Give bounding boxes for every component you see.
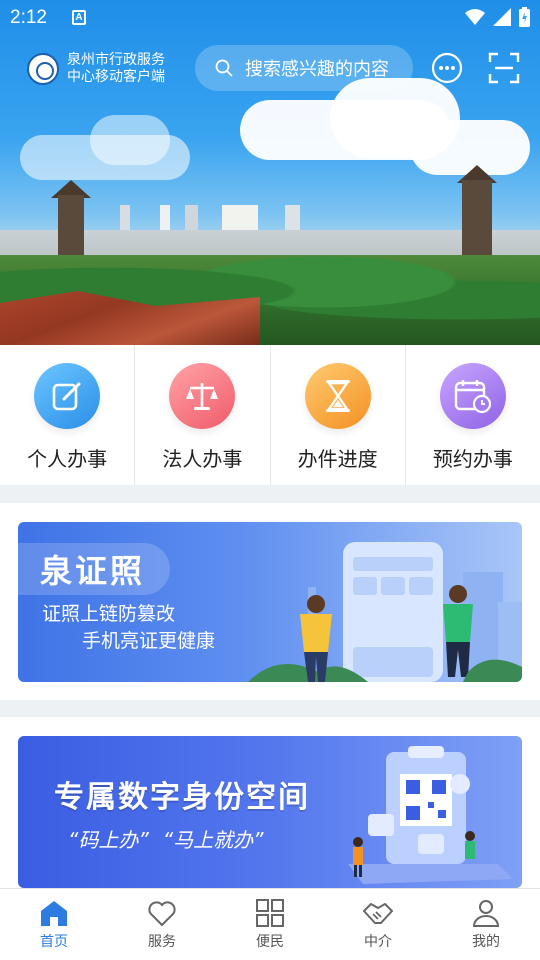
calendar-clock-icon bbox=[439, 363, 506, 429]
tab-label: 中介 bbox=[364, 934, 392, 950]
slogan-1: “码上办” bbox=[68, 828, 149, 852]
scan-icon[interactable] bbox=[487, 51, 521, 85]
notification-icon: A bbox=[72, 10, 86, 25]
user-icon bbox=[472, 900, 500, 927]
app-brand: 泉州市行政服务 中心移动客户端 bbox=[67, 52, 165, 86]
tab-services[interactable]: 服务 bbox=[108, 889, 216, 960]
search-bar[interactable]: 搜索感兴趣的内容 bbox=[195, 45, 413, 91]
banner-title: 专属数字身份空间 bbox=[54, 780, 310, 815]
grid-icon bbox=[256, 899, 284, 927]
banner-line-1: 证照上链防篡改 bbox=[42, 603, 176, 625]
quick-menu: 个人办事 法人办事 办件进度 预约办事 bbox=[0, 345, 540, 485]
quick-item-label: 法人办事 bbox=[162, 447, 243, 471]
heart-icon bbox=[148, 901, 176, 927]
cloud bbox=[90, 115, 170, 165]
app-header: 泉州市行政服务 中心移动客户端 搜索感兴趣的内容 bbox=[0, 45, 540, 93]
digital-identity-banner[interactable]: 专属数字身份空间 “码上办” “马上就办” bbox=[18, 736, 522, 888]
tab-profile[interactable]: 我的 bbox=[432, 889, 540, 960]
slogan-2: “马上就办” bbox=[162, 828, 264, 852]
quick-item-corporate[interactable]: 法人办事 bbox=[135, 345, 271, 485]
license-banner[interactable]: 泉证照 证照上链防篡改 手机亮证更健康 bbox=[18, 522, 522, 682]
edit-icon bbox=[34, 363, 101, 429]
agency-logo bbox=[27, 53, 59, 85]
wifi-icon bbox=[465, 9, 485, 25]
quick-item-progress[interactable]: 办件进度 bbox=[271, 345, 406, 485]
banner-title: 泉证照 bbox=[40, 552, 146, 590]
handshake-icon bbox=[363, 903, 393, 924]
home-icon bbox=[41, 901, 67, 926]
battery-icon bbox=[519, 7, 530, 27]
signal-icon bbox=[493, 8, 511, 26]
message-icon[interactable] bbox=[430, 51, 464, 85]
tab-label: 便民 bbox=[256, 934, 284, 950]
system-icons bbox=[465, 7, 530, 27]
status-bar: 2:12 A bbox=[0, 0, 540, 36]
tab-home[interactable]: 首页 bbox=[0, 889, 108, 960]
brand-line-1: 泉州市行政服务 bbox=[67, 52, 165, 68]
search-icon bbox=[215, 59, 233, 77]
quick-item-label: 办件进度 bbox=[297, 447, 378, 471]
tab-label: 首页 bbox=[40, 934, 68, 950]
tab-label: 我的 bbox=[472, 934, 500, 950]
phone-illustration bbox=[248, 542, 522, 682]
banner-section-1: 泉证照 证照上链防篡改 手机亮证更健康 bbox=[0, 503, 540, 700]
brand-line-2: 中心移动客户端 bbox=[67, 69, 165, 85]
quick-item-personal[interactable]: 个人办事 bbox=[0, 345, 136, 485]
hourglass-icon bbox=[304, 363, 371, 429]
hero-banner: 2:12 A 泉州市行政服务 中心移动客户端 搜索感兴趣的内容 bbox=[0, 0, 540, 345]
tab-convenience[interactable]: 便民 bbox=[216, 889, 324, 960]
search-placeholder: 搜索感兴趣的内容 bbox=[245, 59, 389, 80]
scale-icon bbox=[169, 363, 236, 429]
tab-label: 服务 bbox=[148, 934, 176, 950]
bottom-nav: 首页 服务 便民 中介 我的 bbox=[0, 888, 540, 960]
clock: 2:12 bbox=[10, 7, 47, 28]
quick-item-label: 个人办事 bbox=[27, 447, 108, 471]
banner-section-2: 专属数字身份空间 “码上办” “马上就办” bbox=[0, 717, 540, 888]
banner-line-2: 手机亮证更健康 bbox=[82, 630, 216, 652]
qr-clipboard-illustration bbox=[348, 746, 513, 884]
tab-agency[interactable]: 中介 bbox=[324, 889, 432, 960]
banner-slogans: “码上办” “马上就办” bbox=[68, 824, 263, 853]
quick-item-label: 预约办事 bbox=[432, 447, 513, 471]
quick-item-appointment[interactable]: 预约办事 bbox=[406, 345, 540, 485]
